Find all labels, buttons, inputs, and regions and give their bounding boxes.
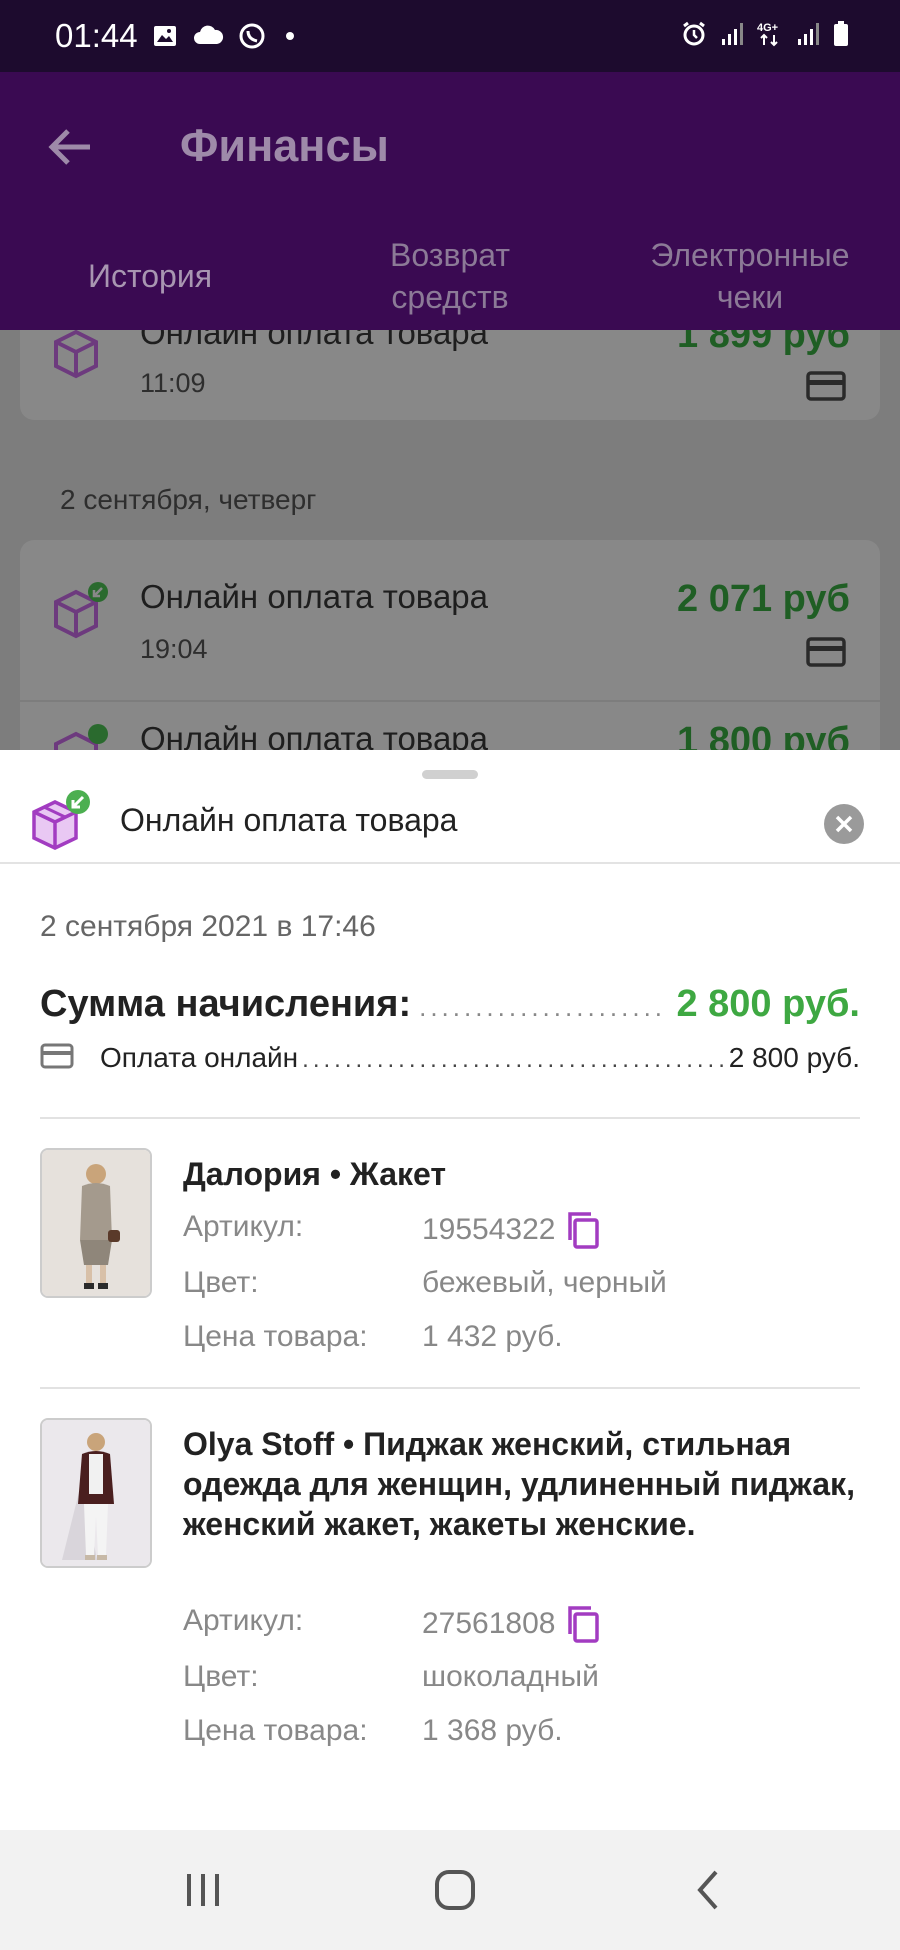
- date-header: 2 сентября, четверг: [60, 484, 317, 515]
- tab-bar: История Возврат средств Электронные чеки: [0, 222, 900, 330]
- status-left-icons: [152, 22, 300, 55]
- status-right-icons: 4G+: [680, 20, 850, 53]
- article-value: 19554322: [422, 1213, 556, 1246]
- product-image[interactable]: [40, 1418, 152, 1568]
- copy-icon[interactable]: [565, 1604, 601, 1644]
- signal-icon: [796, 21, 820, 52]
- list-item-amount: 2 071 руб: [677, 578, 850, 620]
- list-item-time: 19:04: [140, 634, 208, 664]
- dot-icon: [280, 26, 300, 51]
- credit-card-icon: [40, 1042, 76, 1075]
- sum-row: Сумма начисления: ......................…: [40, 983, 860, 1026]
- product-item[interactable]: Далория • Жакет Артикул: 19554322 Цвет: …: [40, 1148, 860, 1353]
- drag-handle[interactable]: [422, 770, 478, 779]
- sum-label: Сумма начисления:: [40, 983, 412, 1025]
- system-nav-bar: [0, 1830, 900, 1950]
- transaction-list: Онлайн оплата товара 11:09 1 899 руб 2 с…: [0, 330, 900, 750]
- color-value: бежевый, черный: [422, 1266, 667, 1299]
- home-button[interactable]: [425, 1860, 485, 1920]
- svg-text:4G+: 4G+: [757, 22, 778, 34]
- 4g-icon: 4G+: [756, 20, 784, 53]
- signal-icon: [720, 21, 744, 52]
- app-bar: Финансы История Возврат средств Электрон…: [0, 72, 900, 330]
- sum-value: 2 800 руб.: [676, 983, 860, 1025]
- arrow-left-icon: [48, 129, 90, 165]
- package-return-icon: [28, 788, 94, 859]
- whatsapp-icon: [238, 22, 266, 55]
- package-icon: [48, 722, 110, 750]
- price-value: 1 368 руб.: [422, 1714, 563, 1747]
- price-label: Цена товара:: [183, 1320, 368, 1353]
- sheet-title: Онлайн оплата товара: [120, 802, 458, 838]
- list-item[interactable]: Онлайн оплата товара 19:04 2 071 руб: [20, 540, 880, 700]
- article-value-wrap: 27561808: [422, 1604, 601, 1644]
- payment-row: Оплата онлайн ..........................…: [40, 1042, 860, 1075]
- list-item-title: Онлайн оплата товара: [140, 578, 489, 615]
- transaction-details-sheet: Онлайн оплата товара 2 сентября 2021 в 1…: [0, 750, 900, 1830]
- list-item[interactable]: Онлайн оплата товара 1 800 руб: [20, 702, 880, 750]
- divider: [40, 1117, 860, 1119]
- price-value: 1 432 руб.: [422, 1320, 563, 1353]
- dot-leader: ........................................…: [302, 1046, 725, 1073]
- list-item-time: 11:09: [140, 368, 206, 398]
- credit-card-icon: [806, 636, 846, 673]
- dot-leader: ........................................…: [419, 992, 669, 1022]
- home-icon: [435, 1870, 475, 1910]
- back-nav-button[interactable]: [678, 1860, 738, 1920]
- tab-history[interactable]: История: [0, 222, 300, 330]
- close-icon: [835, 815, 853, 833]
- tab-refunds[interactable]: Возврат средств: [300, 222, 600, 330]
- product-image[interactable]: [40, 1148, 152, 1298]
- list-item-title: Онлайн оплата товара: [140, 330, 489, 351]
- package-icon: [48, 330, 106, 387]
- payment-value: 2 800 руб.: [728, 1042, 860, 1073]
- article-value: 27561808: [422, 1607, 556, 1640]
- product-item[interactable]: Olya Stoff • Пиджак женский, стильная од…: [40, 1418, 860, 1748]
- page-title: Финансы: [180, 120, 389, 171]
- price-label: Цена товара:: [183, 1714, 368, 1747]
- sheet-header: Онлайн оплата товара: [0, 780, 900, 864]
- divider: [40, 1387, 860, 1389]
- tab-e-receipts[interactable]: Электронные чеки: [600, 222, 900, 330]
- close-button[interactable]: [824, 804, 864, 844]
- battery-icon: [832, 20, 850, 53]
- alarm-icon: [680, 20, 708, 53]
- package-icon: [48, 580, 110, 647]
- article-label: Артикул:: [183, 1210, 304, 1243]
- recent-apps-button[interactable]: [173, 1860, 233, 1920]
- list-item-amount: 1 800 руб: [677, 720, 850, 750]
- color-value: шоколадный: [422, 1660, 599, 1693]
- status-bar: 01:44 4G+: [0, 0, 900, 72]
- image-icon: [152, 23, 178, 54]
- tab-e-receipts-label: Электронные чеки: [650, 237, 850, 315]
- credit-card-icon: [806, 370, 846, 407]
- transaction-datetime: 2 сентября 2021 в 17:46: [40, 910, 376, 943]
- article-label: Артикул:: [183, 1604, 304, 1637]
- list-item-amount: 1 899 руб: [677, 330, 850, 356]
- chevron-left-icon: [697, 1870, 718, 1910]
- tab-refunds-label: Возврат средств: [390, 237, 510, 315]
- payment-label: Оплата онлайн: [100, 1042, 299, 1073]
- back-button[interactable]: [40, 117, 100, 177]
- list-item-title: Онлайн оплата товара: [140, 720, 489, 750]
- recent-apps-icon: [187, 1874, 219, 1906]
- product-title: Далория • Жакет: [183, 1156, 447, 1192]
- copy-icon[interactable]: [565, 1210, 601, 1250]
- color-label: Цвет:: [183, 1266, 259, 1299]
- color-label: Цвет:: [183, 1660, 259, 1693]
- list-item[interactable]: Онлайн оплата товара 11:09 1 899 руб: [20, 330, 880, 420]
- article-value-wrap: 19554322: [422, 1210, 601, 1250]
- cloud-icon: [192, 24, 224, 53]
- status-time: 01:44: [55, 17, 138, 54]
- product-title: Olya Stoff • Пиджак женский, стильная од…: [183, 1426, 855, 1542]
